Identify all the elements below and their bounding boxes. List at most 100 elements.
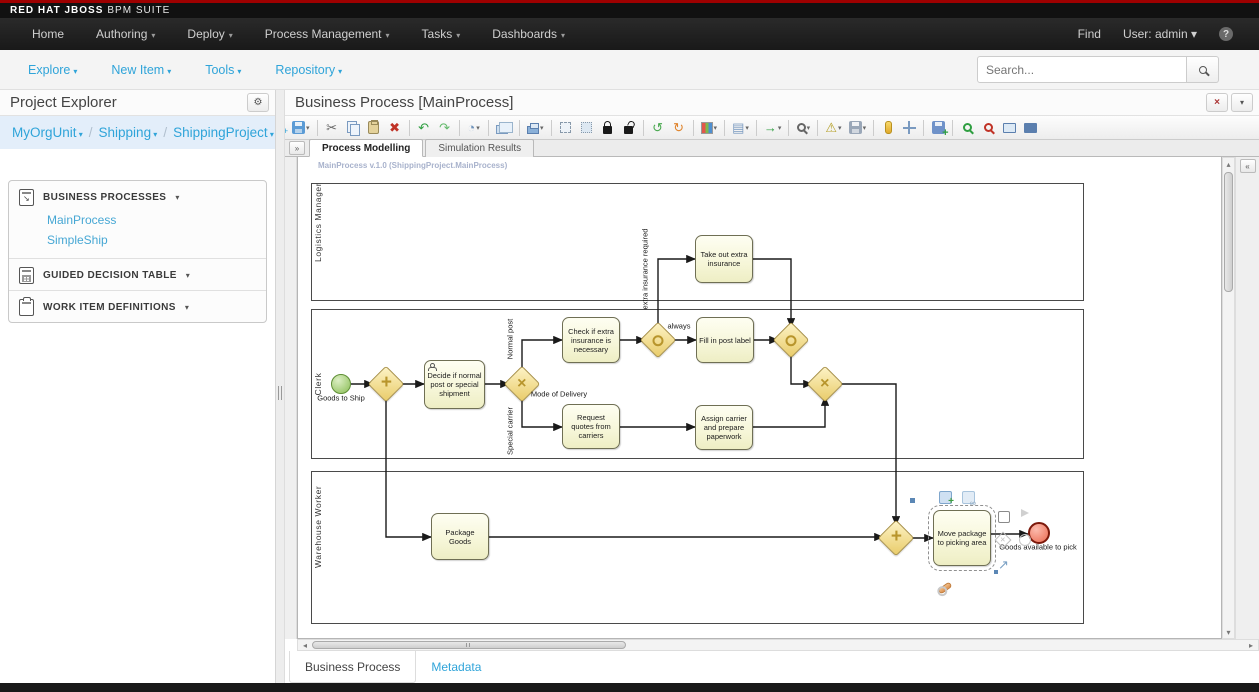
bottom-tab-business-process[interactable]: Business Process	[289, 651, 416, 683]
cut-button[interactable]: ✂	[322, 118, 342, 138]
gear-icon[interactable]: ⚙	[247, 93, 269, 112]
search-icon	[1199, 66, 1207, 74]
nav-item-process-management[interactable]: Process Management▾	[251, 23, 404, 45]
panel-splitter[interactable]	[276, 90, 285, 683]
tab-process-modelling[interactable]: Process Modelling	[309, 139, 423, 157]
fit-screen-button[interactable]	[1020, 118, 1040, 138]
bpmn-task-decide[interactable]: Decide if normal post or special shipmen…	[424, 360, 485, 409]
select-all-button[interactable]	[577, 118, 597, 138]
undo-button[interactable]: ↶	[414, 118, 434, 138]
bpmn-task-request-quotes[interactable]: Request quotes from carriers	[562, 404, 620, 449]
properties-button[interactable]: ▤▾	[729, 118, 752, 138]
breadcrumb-item-shippingproject[interactable]: ShippingProject ▾	[173, 125, 274, 140]
redo-button[interactable]: ↷	[435, 118, 455, 138]
fit-width-button[interactable]	[999, 118, 1019, 138]
search-input[interactable]	[977, 56, 1187, 83]
breadcrumb-item-myorgunit[interactable]: MyOrgUnit ▾	[12, 125, 83, 140]
bpmn-canvas[interactable]: MainProcess v.1.0 (ShippingProject.MainP…	[297, 157, 1222, 639]
task-label: Assign carrier and prepare paperwork	[698, 414, 750, 441]
validate-button[interactable]: ⚠▾	[822, 118, 844, 138]
search-button[interactable]	[1187, 56, 1219, 83]
vertical-scrollbar[interactable]: ▴ ▾	[1222, 157, 1235, 639]
unlock-button[interactable]	[619, 118, 639, 138]
toolbar-separator	[873, 120, 874, 136]
anchor-icon[interactable]	[910, 498, 915, 503]
nav-item-home[interactable]: Home	[18, 23, 78, 45]
bpmn-start-goods-to-ship[interactable]	[331, 374, 351, 394]
bpmn-task-check-insurance[interactable]: Check if extra insurance is necessary	[562, 317, 620, 363]
section-header-business-processes[interactable]: BUSINESS PROCESSES▾	[19, 189, 256, 206]
undo-icon: ↶	[418, 121, 429, 134]
pan-button[interactable]	[899, 118, 919, 138]
history-button[interactable]: ◔▾	[464, 118, 484, 138]
asset-link-mainprocess[interactable]: MainProcess	[47, 210, 256, 230]
chevron-down-icon: ▾	[807, 124, 811, 132]
select-all-icon	[581, 122, 592, 133]
paste-button[interactable]	[364, 118, 384, 138]
bottom-tab-metadata[interactable]: Metadata	[416, 651, 496, 683]
copy-button[interactable]	[343, 118, 363, 138]
collapse-east-icon[interactable]: «	[1240, 159, 1256, 173]
bpmn-task-assign-carrier[interactable]: Assign carrier and prepare paperwork	[695, 405, 753, 450]
shape-repository-button[interactable]: ▾	[493, 118, 516, 138]
zoom-out-button[interactable]	[978, 118, 998, 138]
add-doc-icon[interactable]	[939, 491, 952, 504]
delete-button[interactable]: ✖	[385, 118, 405, 138]
connector-arrow-icon[interactable]: ↗	[998, 557, 1009, 573]
east-gutter: «	[1235, 157, 1259, 639]
vertical-scroll-thumb[interactable]	[1224, 172, 1233, 292]
bpmn-task-package-goods[interactable]: Package Goods	[431, 513, 489, 560]
nav-item-authoring[interactable]: Authoring▾	[82, 23, 169, 45]
subnav-item-repository[interactable]: Repository▾	[275, 63, 342, 77]
status-bar	[0, 683, 1259, 692]
edit-tools-icon	[797, 123, 806, 132]
scroll-up-icon[interactable]: ▴	[1223, 158, 1234, 170]
import-button[interactable]	[928, 118, 948, 138]
save-button[interactable]: ▾	[289, 118, 313, 138]
lock-button[interactable]	[598, 118, 618, 138]
nav-item-tasks[interactable]: Tasks▾	[408, 23, 475, 45]
horizontal-scroll-thumb[interactable]	[312, 641, 626, 649]
expand-west-icon[interactable]: »	[289, 141, 305, 155]
tab-simulation-results[interactable]: Simulation Results	[425, 139, 534, 157]
export-button[interactable]: →▾	[761, 118, 785, 138]
zoom-in-button[interactable]	[957, 118, 977, 138]
close-icon[interactable]: ×	[1206, 93, 1228, 112]
nav-item-dashboards[interactable]: Dashboards▾	[478, 23, 579, 45]
event-ghost-icon[interactable]	[1019, 534, 1031, 546]
cut-icon: ✂	[326, 121, 337, 134]
bpmn-task-take-out-insurance[interactable]: Take out extra insurance	[695, 235, 753, 283]
flag-icon[interactable]	[1021, 509, 1029, 517]
section-header-guided-decision-table[interactable]: GUIDED DECISION TABLE▾	[19, 267, 256, 284]
subnav-item-explore[interactable]: Explore▾	[28, 63, 77, 77]
bpmn-end-goods-available[interactable]	[1028, 522, 1050, 544]
colors-button[interactable]: ▾	[698, 118, 721, 138]
bpmn-task-fill-post-label[interactable]: Fill in post label	[696, 317, 754, 363]
nav-item-deploy[interactable]: Deploy▾	[173, 23, 246, 45]
help-icon[interactable]: ?	[1219, 27, 1233, 41]
ungroup-button[interactable]: ↻	[669, 118, 689, 138]
task-morph-checkbox-icon[interactable]	[998, 511, 1010, 523]
user-menu[interactable]: User: admin ▾	[1123, 27, 1197, 41]
section-header-work-item-definitions[interactable]: WORK ITEM DEFINITIONS▾	[19, 299, 256, 316]
group-button[interactable]: ↺	[648, 118, 668, 138]
find-link[interactable]: Find	[1078, 27, 1101, 41]
share-button[interactable]: ▾	[524, 118, 547, 138]
breadcrumb-item-shipping[interactable]: Shipping ▾	[99, 125, 158, 140]
subnav-item-tools[interactable]: Tools▾	[205, 63, 241, 77]
select-shapes-button[interactable]	[556, 118, 576, 138]
scroll-down-icon[interactable]: ▾	[1223, 626, 1234, 638]
panel-menu-icon[interactable]: ▾	[1231, 93, 1253, 112]
edit-tools-button[interactable]: ▾	[793, 118, 813, 138]
horizontal-scrollbar[interactable]: ◂ ▸	[297, 639, 1259, 651]
bpmn-task-move-package[interactable]: Move package to picking area	[933, 510, 991, 566]
link-doc-icon[interactable]	[962, 491, 975, 504]
asset-link-simpleship[interactable]: SimpleShip	[47, 230, 256, 250]
scroll-left-icon[interactable]: ◂	[298, 640, 312, 650]
lane-label: Warehouse Worker	[313, 528, 323, 568]
save-layout-button[interactable]: ▾	[846, 118, 870, 138]
info-button[interactable]	[878, 118, 898, 138]
scroll-right-icon[interactable]: ▸	[1244, 640, 1258, 650]
process-doc-icon	[19, 189, 34, 206]
subnav-item-new-item[interactable]: New Item▾	[111, 63, 171, 77]
